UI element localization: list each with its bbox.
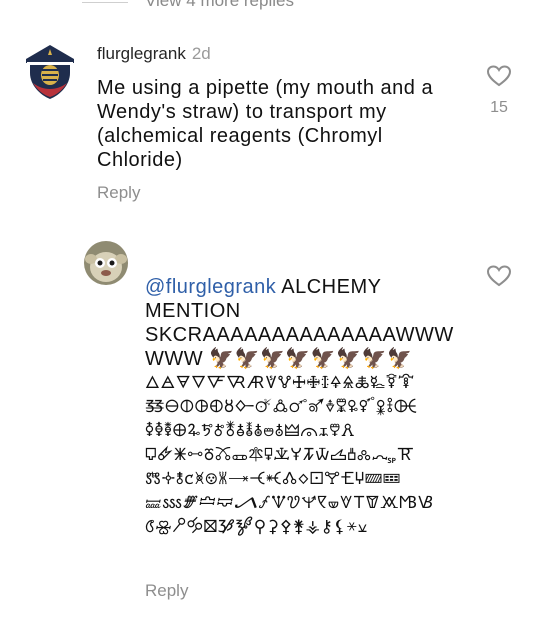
like-button[interactable] (486, 64, 512, 88)
reply-line: WWW 🦅🦅🦅🦅🦅🦅🦅🦅 (145, 348, 413, 370)
reply-body: @flurglegrank ALCHEMY MENTION SKCRAAAAAA… (145, 275, 454, 539)
heart-outline-icon (486, 265, 512, 287)
reply-button[interactable]: Reply (145, 581, 188, 601)
alchemical-symbols-line: 🜂🜁🜃🜄🜅🜆🜇🜈🜉🜊🜋🜌🜍🜎🜏🜐🜑🜒 (145, 373, 415, 392)
avatar[interactable] (84, 241, 128, 285)
thread-divider (82, 2, 128, 3)
comment-line: Me using a pipette (my mouth and a (97, 77, 434, 99)
like-button[interactable] (486, 264, 512, 288)
alchemical-symbols-line: 🝛🝜🝝🝞🝟🝠🝡🝢🝣🝤🝥🝦🝧🝨🝩🝪🝫🝬 (145, 493, 434, 512)
shield-beehive-icon (26, 45, 74, 99)
alchemical-symbols-line: 🝭🝮🝯🝰🝱🝲🝳⚲⚳⚴⚵⚶⚷⚸⚹⚺ (145, 517, 368, 536)
reply-line: ALCHEMY (276, 276, 382, 298)
comment-timestamp: 2d (191, 44, 211, 63)
username-text[interactable]: flurglegrank (97, 44, 186, 63)
plush-doll-avatar (84, 241, 128, 285)
comment-username[interactable]: flurglegrank 2d (97, 44, 211, 64)
comment-line: Wendy's straw) to transport my (97, 101, 387, 123)
like-count: 15 (490, 99, 508, 116)
alchemical-symbols-line: 🜓🜔🜕🜖🜗🜘🜙🜚🜛🜜🜝🜞🜟🜠🜡🜢🜣🜤 (145, 397, 418, 416)
reply-first-line: @flurglegrank ALCHEMY (145, 275, 454, 299)
reply-line: SKCRAAAAAAAAAAAAAAWWW (145, 324, 454, 346)
comment-line: (alchemical reagents (Chromyl (97, 125, 383, 147)
heart-outline-icon (486, 65, 512, 87)
comment-body: Me using a pipette (my mouth and a Wendy… (97, 76, 433, 172)
alchemical-symbols-line: 🜷🜸🜹🜺🜻🜼🜽🜾🜿🝀🝁🝂🝃🝄🝅🝆🝇🝈 (145, 445, 415, 464)
alchemical-symbols-line: 🝉🝊🝋🝌🝍🝎🝏🝐🝑🝒🝓🝔🝕🝖🝗🝘🝙🝚 (145, 469, 401, 488)
alchemical-symbols-line: 🜥🜦🜧🜨🜩🜪🜫🜬🜭🜮🜯🜰🜱🜲🜳🜴🜵🜶 (145, 421, 356, 440)
mention-link[interactable]: @flurglegrank (145, 276, 276, 298)
reply-button[interactable]: Reply (97, 183, 140, 203)
view-more-replies-link[interactable]: View 4 more replies (145, 0, 294, 11)
comment-line: Chloride) (97, 149, 183, 171)
avatar[interactable] (24, 43, 76, 101)
reply-line: MENTION (145, 300, 241, 322)
